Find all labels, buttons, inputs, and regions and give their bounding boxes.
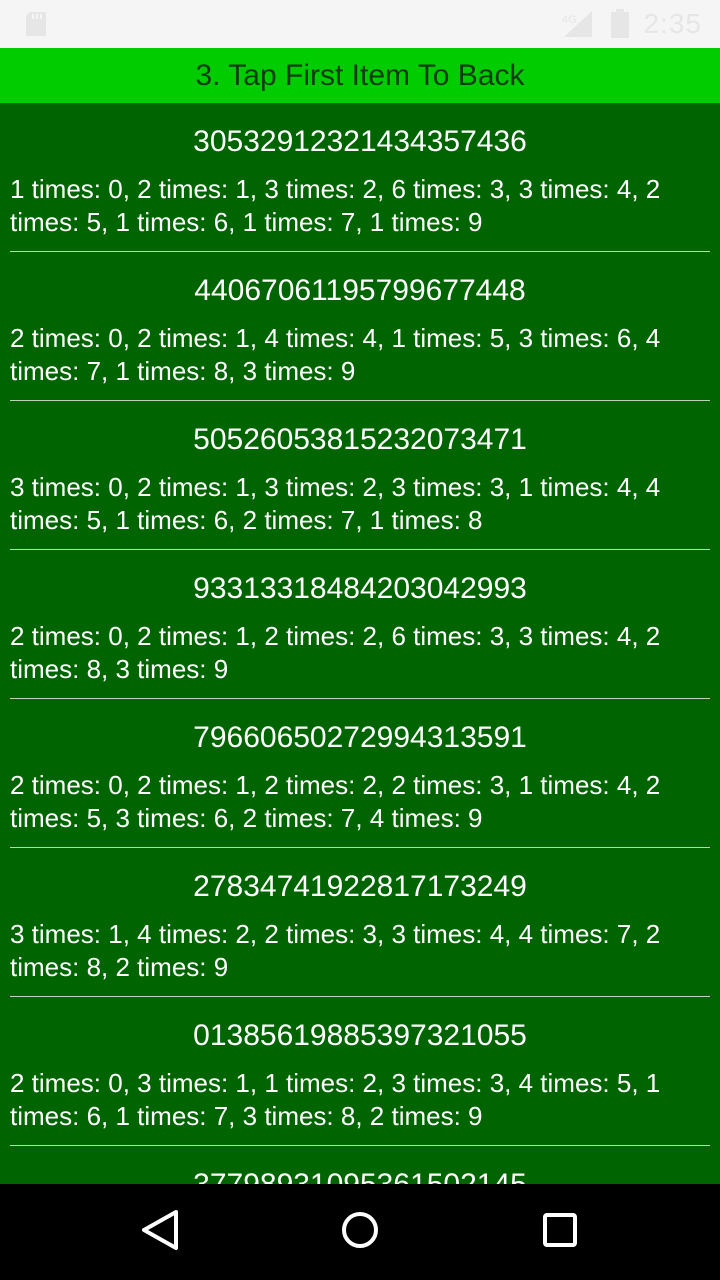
item-number: 79660650272994313591 [193, 721, 527, 754]
item-digit-counts: 3 times: 0, 2 times: 1, 3 times: 2, 3 ti… [10, 472, 661, 535]
status-clock: 2:35 [643, 8, 702, 39]
item-number: 44067061195799677448 [194, 274, 526, 307]
sd-card-icon [24, 11, 48, 37]
item-number: 30532912321434357436 [193, 125, 527, 158]
network-label: 4G [562, 14, 577, 26]
status-bar: 4G 2:35 [0, 0, 720, 48]
title-bar: 3. Tap First Item To Back [0, 48, 720, 103]
navigation-bar [0, 1184, 720, 1280]
signal-icon: 4G [562, 9, 596, 39]
recents-button[interactable] [530, 1202, 590, 1262]
recents-icon [542, 1212, 578, 1253]
item-number: 37798931095361502145 [10, 1166, 710, 1184]
list-item-5[interactable]: 79660650272994313591 2 times: 0, 2 times… [10, 699, 710, 848]
back-icon [140, 1208, 180, 1257]
home-button[interactable] [330, 1202, 390, 1262]
list-item-8[interactable]: 37798931095361502145 [10, 1146, 710, 1184]
list-item-3[interactable]: 50526053815232073471 3 times: 0, 2 times… [10, 401, 710, 550]
item-digit-counts: 2 times: 0, 2 times: 1, 2 times: 2, 2 ti… [10, 770, 661, 833]
item-number: 01385619885397321055 [193, 1019, 527, 1052]
list-item-1[interactable]: 30532912321434357436 1 times: 0, 2 times… [10, 103, 710, 252]
item-digit-counts: 2 times: 0, 2 times: 1, 4 times: 4, 1 ti… [10, 323, 661, 386]
list-item-4[interactable]: 93313318484203042993 2 times: 0, 2 times… [10, 550, 710, 699]
list-item-7[interactable]: 01385619885397321055 2 times: 0, 3 times… [10, 997, 710, 1146]
item-digit-counts: 1 times: 0, 2 times: 1, 3 times: 2, 6 ti… [10, 174, 661, 237]
home-icon [340, 1210, 380, 1255]
list-item-2[interactable]: 44067061195799677448 2 times: 0, 2 times… [10, 252, 710, 401]
number-list[interactable]: 30532912321434357436 1 times: 0, 2 times… [0, 103, 720, 1184]
list-item-6[interactable]: 27834741922817173249 3 times: 1, 4 times… [10, 848, 710, 997]
item-digit-counts: 3 times: 1, 4 times: 2, 2 times: 3, 3 ti… [10, 919, 661, 982]
item-number: 50526053815232073471 [193, 423, 527, 456]
item-number: 93313318484203042993 [193, 572, 527, 605]
back-button[interactable] [130, 1202, 190, 1262]
page-title: 3. Tap First Item To Back [195, 58, 525, 92]
item-digit-counts: 2 times: 0, 3 times: 1, 1 times: 2, 3 ti… [10, 1068, 661, 1131]
item-digit-counts: 2 times: 0, 2 times: 1, 2 times: 2, 6 ti… [10, 621, 661, 684]
item-number: 27834741922817173249 [193, 870, 527, 903]
battery-icon [610, 9, 630, 39]
